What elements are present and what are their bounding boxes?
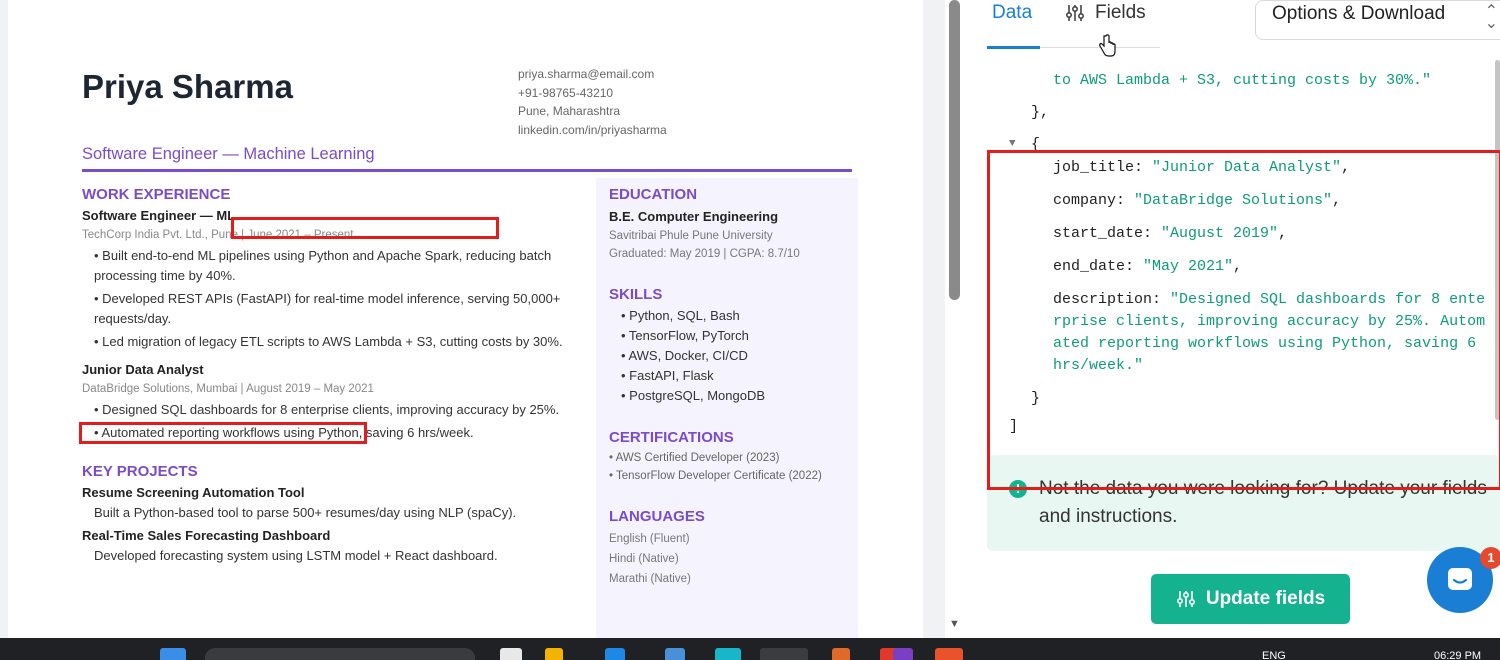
chat-icon [1448,568,1472,590]
language-item: English (Fluent) [609,533,690,545]
key-projects-heading: KEY PROJECTS [82,463,198,480]
languages-heading: LANGUAGES [609,508,705,525]
highlight-box [987,150,1500,490]
update-fields-button[interactable]: Update fields [1151,574,1350,624]
project-desc: Built a Python-based tool to parse 500+ … [94,505,517,520]
resume-name: Priya Sharma [82,68,293,105]
resume-viewer: Priya Sharma priya.sharma@email.com +91-… [0,0,945,638]
sliders-icon [1176,591,1195,607]
contact-phone: +91-98765-43210 [518,85,614,100]
taskbar-app-icon[interactable] [500,648,522,660]
contact-linkedin: linkedin.com/in/priyasharma [518,122,667,137]
skills-heading: SKILLS [609,286,663,303]
certifications-heading: CERTIFICATIONS [609,429,734,446]
taskbar-app-icon[interactable] [832,648,850,660]
skill-item: • AWS, Docker, CI/CD [621,348,748,363]
scrollbar-thumb[interactable] [949,0,960,300]
taskbar-app-icon[interactable] [935,648,963,660]
app-window: Priya Sharma priya.sharma@email.com +91-… [0,0,1500,660]
resume-page: Priya Sharma priya.sharma@email.com +91-… [8,0,923,638]
job-meta: DataBridge Solutions, Mumbai | August 20… [82,383,374,395]
data-panel: Data Fields Options & Download ⌃ ⌄ to AWS… [965,0,1500,638]
skill-item: • TensorFlow, PyTorch [621,328,749,343]
contact-location: Pune, Maharashtra [518,104,621,118]
highlight-box [231,217,499,239]
sliders-icon [1065,5,1085,21]
certification-item: • AWS Certified Developer (2023) [609,452,780,464]
project-title: Real-Time Sales Forecasting Dashboard [82,528,331,543]
taskbar-search[interactable] [205,648,475,660]
skill-item: • Python, SQL, Bash [621,308,740,323]
tab-data[interactable]: Data [992,2,1032,24]
updown-chevron-icon: ⌃ ⌄ [1484,3,1498,32]
options-download-label: Options & Download [1272,3,1446,24]
project-desc: Developed forecasting system using LSTM … [94,548,498,563]
job-bullet: • Designed SQL dashboards for 8 enterpri… [94,402,560,417]
resume-side-column: EDUCATION B.E. Computer Engineering Savi… [596,178,858,638]
work-experience-heading: WORK EXPERIENCE [82,186,231,203]
active-tab-indicator [987,46,1040,49]
job-bullet: • Led migration of legacy ETL scripts to… [94,334,563,349]
taskbar-app-icon[interactable] [760,648,808,660]
options-download-button[interactable]: Options & Download ⌃ ⌄ [1255,0,1500,40]
taskbar-app-icon[interactable] [715,648,741,660]
tab-fields-label: Fields [1095,2,1146,23]
taskbar-app-icon[interactable] [605,648,625,660]
job-title: Junior Data Analyst [82,362,204,377]
certification-item: • TensorFlow Developer Certificate (2022… [609,470,822,482]
highlight-box [79,422,367,444]
skill-item: • PostgreSQL, MongoDB [621,388,766,403]
education-degree: B.E. Computer Engineering [609,209,779,224]
update-fields-label: Update fields [1205,588,1326,609]
language-item: Hindi (Native) [609,553,679,565]
role-divider [82,169,852,172]
skill-item: • FastAPI, Flask [621,368,714,383]
project-title: Resume Screening Automation Tool [82,485,305,500]
education-graduated: Graduated: May 2019 | CGPA: 8.7/10 [609,248,800,260]
language-item: Marathi (Native) [609,573,691,585]
job-bullets: • Built end-to-end ML pipelines using Py… [82,246,592,352]
start-icon[interactable] [160,648,186,660]
input-language[interactable]: ENG [1262,650,1286,660]
clock[interactable]: 06:29 PM [1434,650,1481,660]
collapse-caret-icon[interactable]: ▼ [1009,138,1016,150]
resume-main-column: WORK EXPERIENCE Software Engineer — ML T… [82,186,592,569]
notification-badge: 1 [1480,547,1500,569]
contact-email: priya.sharma@email.com [518,67,655,81]
taskbar-app-icon[interactable] [665,648,685,660]
job-bullet: • Developed REST APIs (FastAPI) for real… [94,291,561,326]
scroll-down-arrow-icon[interactable]: ▼ [949,618,960,630]
tab-fields[interactable]: Fields [1065,2,1146,24]
code-line: }, [1031,104,1050,121]
contact-block: priya.sharma@email.com +91-98765-43210 P… [518,65,667,139]
job-bullet: • Built end-to-end ML pipelines using Py… [94,248,552,283]
education-school: Savitribai Phule Pune University [609,230,773,242]
role-title: Software Engineer — Machine Learning [82,145,375,163]
taskbar-app-icon[interactable] [893,648,913,660]
education-heading: EDUCATION [609,186,698,203]
code-line: to AWS Lambda + S3, cutting costs by 30%… [1053,72,1432,89]
viewer-scrollbar[interactable]: ▼ [945,0,965,638]
taskbar-app-icon[interactable] [545,648,563,660]
